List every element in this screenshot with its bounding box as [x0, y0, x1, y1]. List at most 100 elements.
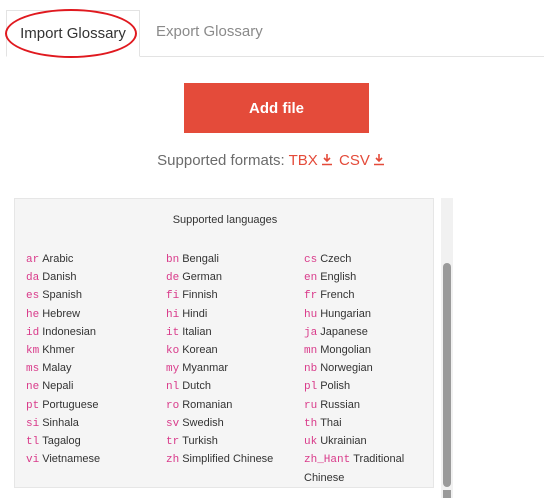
language-item: zh_Hant Traditional Chinese: [304, 450, 424, 487]
csv-label: CSV: [339, 152, 370, 169]
language-name: Sinhala: [42, 416, 79, 429]
language-name: Italian: [182, 325, 212, 338]
tab-export-label: Export Glossary: [156, 23, 263, 40]
tab-export-glossary[interactable]: Export Glossary: [156, 23, 263, 40]
language-code: th: [304, 417, 318, 430]
language-item: hu Hungarian: [304, 307, 371, 322]
tbx-download-link[interactable]: TBX: [289, 152, 339, 169]
language-item: ja Japanese: [304, 325, 368, 340]
glossary-tabs: Import Glossary Export Glossary: [0, 0, 544, 58]
language-item: ar Arabic: [26, 252, 73, 267]
language-item: th Thai: [304, 416, 342, 431]
language-name: Finnish: [182, 289, 218, 302]
language-code: pt: [26, 399, 40, 412]
language-name: Myanmar: [182, 362, 229, 375]
language-name: Arabic: [42, 253, 74, 265]
language-name: Simplified Chinese: [182, 453, 274, 466]
language-item: tl Tagalog: [26, 434, 81, 449]
language-name: Portuguese: [42, 398, 99, 411]
language-code: nl: [166, 381, 180, 394]
language-code: nb: [304, 363, 318, 376]
language-name: German: [182, 271, 222, 284]
tab-import-label: Import Glossary: [20, 25, 126, 42]
language-item: hi Hindi: [166, 307, 207, 322]
language-item: es Spanish: [26, 288, 82, 303]
language-name: Spanish: [42, 289, 82, 302]
language-name: Japanese: [320, 325, 368, 338]
language-code: tl: [26, 436, 40, 448]
language-code: hu: [304, 308, 318, 321]
language-name: Danish: [42, 271, 77, 284]
language-name: Nepali: [42, 380, 74, 393]
language-code: hi: [166, 308, 180, 321]
language-item: nl Dutch: [166, 379, 211, 394]
scrollbar-thumb[interactable]: [443, 263, 451, 487]
language-name: Russian: [320, 398, 360, 411]
language-item: ms Malay: [26, 361, 72, 376]
language-code: es: [26, 290, 40, 303]
language-item: vi Vietnamese: [26, 452, 100, 467]
language-item: de German: [166, 270, 222, 285]
csv-download-link[interactable]: CSV: [339, 152, 387, 169]
language-code: fr: [304, 290, 318, 303]
language-item: km Khmer: [26, 343, 75, 358]
language-name: Thai: [320, 416, 342, 429]
supported-languages-panel: Supported languages ar Arabic bn Bengali cs C…: [14, 198, 434, 488]
language-code: cs: [304, 254, 318, 266]
language-item: nb Norwegian: [304, 361, 373, 376]
supported-formats: Supported formats: TBX CSV: [0, 152, 544, 169]
language-name: Bengali: [182, 253, 219, 265]
language-item: ko Korean: [166, 343, 218, 358]
language-item: si Sinhala: [26, 416, 79, 431]
language-code: my: [166, 363, 180, 376]
language-name: Tagalog: [42, 435, 81, 447]
language-code: he: [26, 308, 40, 321]
panel-title: Supported languages: [172, 214, 278, 226]
language-code: si: [26, 417, 40, 430]
language-item: he Hebrew: [26, 307, 80, 322]
formats-prefix: Supported formats:: [157, 152, 285, 169]
language-item: my Myanmar: [166, 361, 228, 376]
language-item: fr French: [304, 288, 354, 303]
language-code: bn: [166, 254, 180, 266]
language-item: pl Polish: [304, 379, 350, 394]
language-item: uk Ukrainian: [304, 434, 367, 449]
language-name: Swedish: [182, 416, 224, 429]
language-item: pt Portuguese: [26, 398, 98, 413]
language-code: ja: [304, 326, 318, 339]
language-name: Polish: [320, 380, 351, 393]
language-item: ru Russian: [304, 398, 360, 413]
language-code: zh: [166, 454, 180, 467]
language-name: Korean: [182, 344, 218, 356]
language-item: bn Bengali: [166, 252, 219, 267]
language-name: Dutch: [182, 380, 211, 393]
language-code: de: [166, 272, 180, 285]
language-item: en English: [304, 270, 356, 285]
language-code: en: [304, 272, 318, 285]
language-code: id: [26, 326, 40, 339]
tbx-label: TBX: [288, 152, 318, 169]
language-code: km: [26, 345, 40, 357]
language-name: Vietnamese: [42, 453, 101, 466]
language-name: Malay: [42, 362, 72, 375]
language-code: mn: [304, 345, 318, 357]
tab-import-glossary[interactable]: Import Glossary: [6, 10, 140, 57]
language-code: ro: [166, 399, 180, 412]
language-item: sv Swedish: [166, 416, 224, 431]
language-code: ms: [26, 363, 40, 376]
language-name: Hebrew: [42, 307, 81, 320]
language-code: uk: [304, 436, 318, 448]
language-code: sv: [166, 417, 180, 430]
language-code: da: [26, 272, 40, 285]
language-name: Romanian: [182, 398, 233, 411]
language-item: tr Turkish: [166, 434, 218, 449]
add-file-button[interactable]: Add file: [184, 83, 369, 133]
language-code: fi: [166, 290, 180, 303]
download-icon: [321, 154, 332, 166]
language-item: ne Nepali: [26, 379, 73, 394]
language-name: English: [320, 271, 357, 284]
scroll-down-arrow[interactable]: [443, 490, 451, 498]
language-name: Indonesian: [42, 325, 97, 338]
tab-divider: [140, 56, 544, 57]
language-item: mn Mongolian: [304, 343, 371, 358]
